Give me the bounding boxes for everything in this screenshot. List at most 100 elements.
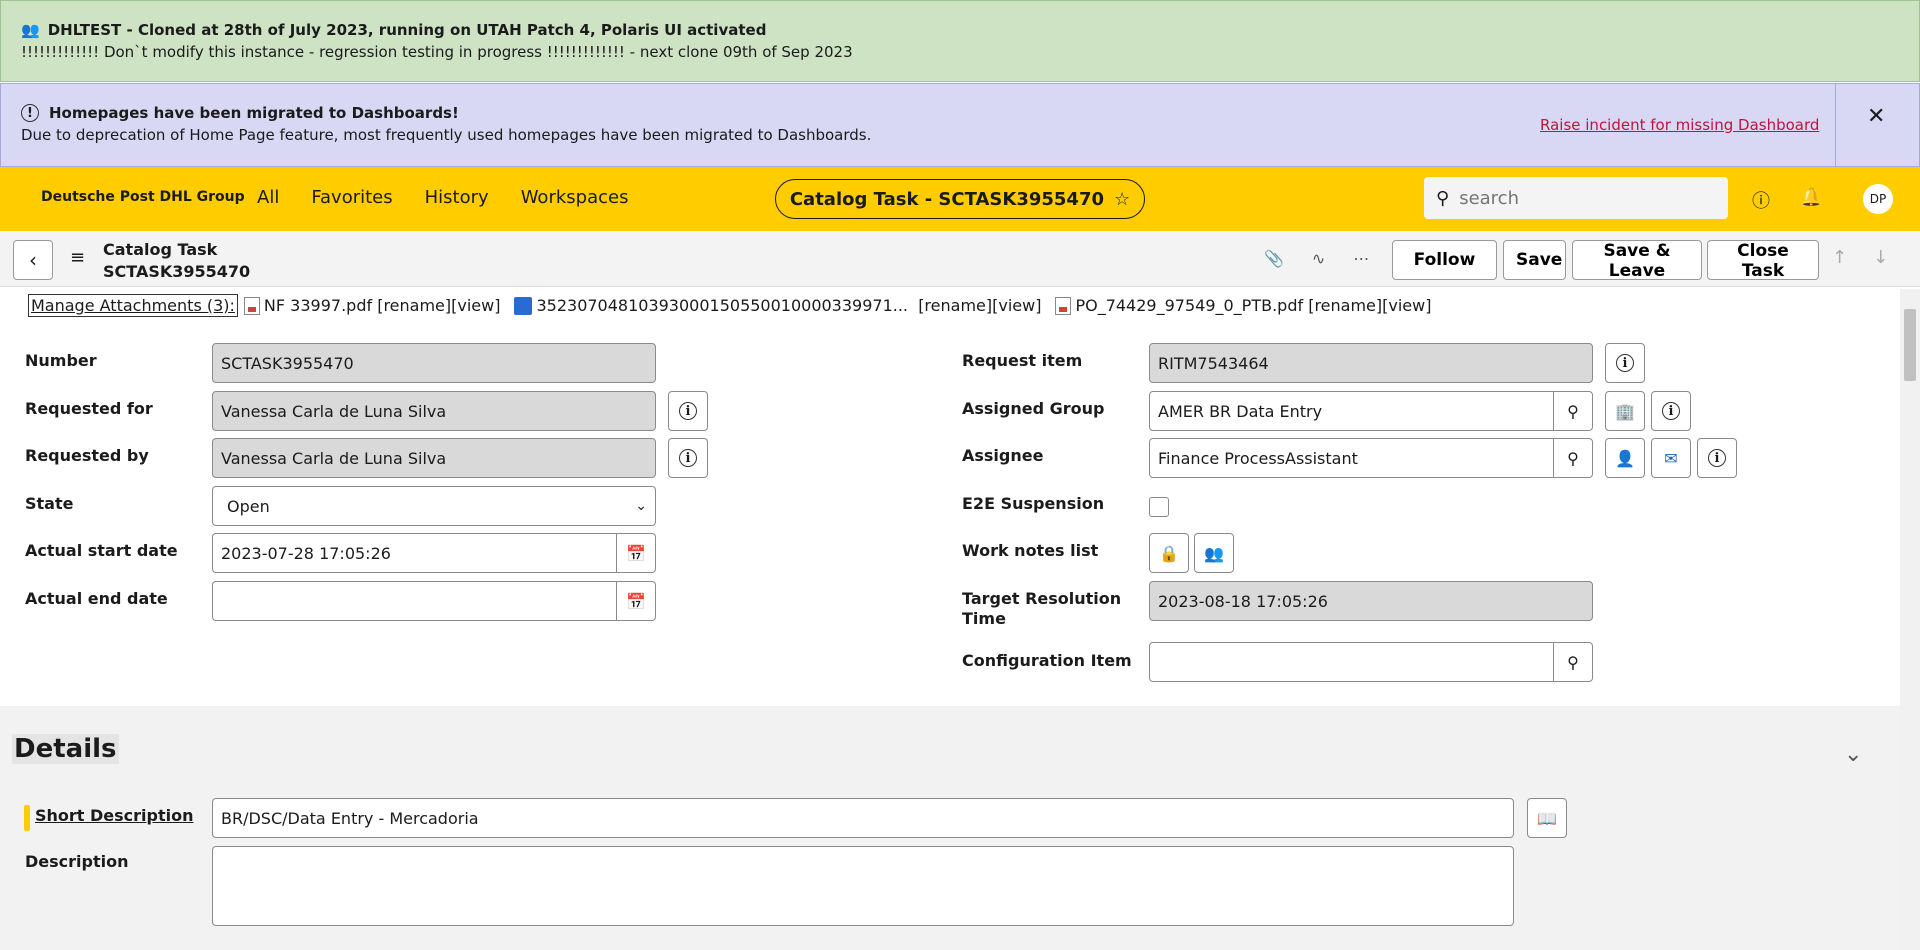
- group-members-button[interactable]: 🏢: [1605, 391, 1645, 431]
- nav-history[interactable]: History: [425, 187, 489, 208]
- actual-end-field[interactable]: [212, 581, 618, 621]
- details-section: Details ⌄ Short Description BR/DSC/Data …: [0, 706, 1900, 950]
- attachment-name[interactable]: 35230704810393000150550010000339971...: [536, 296, 908, 315]
- nav-favorites[interactable]: Favorites: [311, 187, 392, 208]
- file-icon: [514, 296, 533, 315]
- book-icon[interactable]: 📖: [1527, 798, 1567, 838]
- migration-banner-title: Homepages have been migrated to Dashboar…: [49, 104, 459, 122]
- close-task-button[interactable]: Close Task: [1707, 240, 1819, 281]
- instance-banner: 👥 DHLTEST - Cloned at 28th of July 2023,…: [0, 0, 1920, 82]
- search-icon[interactable]: ⚲: [1553, 642, 1593, 682]
- assignee-field[interactable]: Finance ProcessAssistant: [1149, 438, 1555, 478]
- lock-icon[interactable]: 🔒: [1149, 533, 1189, 573]
- attachment-rename[interactable]: [rename]: [1308, 296, 1382, 315]
- global-search[interactable]: ⚲: [1424, 177, 1728, 219]
- request-item-label: Request item: [962, 351, 1083, 370]
- top-header: Deutsche Post DHL Group All Favorites Hi…: [0, 167, 1920, 231]
- requested-by-field[interactable]: Vanessa Carla de Luna Silva: [212, 438, 656, 478]
- number-field[interactable]: SCTASK3955470: [212, 343, 656, 383]
- info-icon: i: [1708, 449, 1726, 467]
- arrow-down-icon[interactable]: ↓: [1873, 247, 1888, 268]
- user-icon: 👤: [1615, 448, 1635, 468]
- request-item-info-button[interactable]: i: [1605, 343, 1645, 383]
- context-pill[interactable]: Catalog Task - SCTASK3955470 ☆: [775, 179, 1145, 219]
- requested-for-field[interactable]: Vanessa Carla de Luna Silva: [212, 391, 656, 431]
- info-icon: i: [1616, 354, 1634, 372]
- migration-banner-message: Due to deprecation of Home Page feature,…: [21, 126, 872, 144]
- assignee-info-button[interactable]: i: [1697, 438, 1737, 478]
- user-profile-button[interactable]: 👤: [1605, 438, 1645, 478]
- add-user-icon[interactable]: 👥: [1194, 533, 1234, 573]
- activity-icon[interactable]: ∿: [1312, 249, 1325, 268]
- attachment-view[interactable]: [view]: [451, 296, 500, 315]
- attachment-view[interactable]: [view]: [1382, 296, 1431, 315]
- actual-start-field[interactable]: 2023-07-28 17:05:26: [212, 533, 618, 573]
- outlook-icon: ✉: [1664, 448, 1678, 468]
- star-icon[interactable]: ☆: [1114, 189, 1130, 210]
- info-icon: i: [679, 449, 697, 467]
- attachment-view[interactable]: [view]: [992, 296, 1041, 315]
- state-value: Open: [227, 496, 270, 516]
- back-button[interactable]: ‹: [13, 240, 53, 280]
- e2e-checkbox[interactable]: [1149, 497, 1169, 517]
- assignee-label: Assignee: [962, 446, 1044, 465]
- assigned-group-info-button[interactable]: i: [1651, 391, 1691, 431]
- attachment-item: PO_74429_97549_0_PTB.pdf [rename] [view]: [1055, 296, 1431, 315]
- attachment-name[interactable]: PO_74429_97549_0_PTB.pdf: [1075, 296, 1303, 315]
- instance-banner-title: DHLTEST - Cloned at 28th of July 2023, r…: [47, 21, 767, 39]
- help-icon[interactable]: ⓘ: [1752, 187, 1770, 213]
- config-item-field[interactable]: [1149, 642, 1555, 682]
- nav-all[interactable]: All: [257, 187, 279, 208]
- number-label: Number: [25, 351, 97, 370]
- save-leave-button[interactable]: Save & Leave: [1572, 240, 1702, 281]
- close-icon[interactable]: ✕: [1867, 104, 1885, 129]
- bell-icon[interactable]: 🔔: [1800, 187, 1822, 208]
- arrow-up-icon[interactable]: ↑: [1832, 247, 1847, 268]
- attachment-rename[interactable]: [rename]: [377, 296, 451, 315]
- attachment-rename[interactable]: [rename]: [918, 296, 992, 315]
- requested-by-info-button[interactable]: i: [668, 438, 708, 478]
- outlook-button[interactable]: ✉: [1651, 438, 1691, 478]
- page-scrollbar[interactable]: [1900, 289, 1920, 950]
- more-icon[interactable]: ⋯: [1353, 249, 1369, 268]
- short-description-label[interactable]: Short Description: [35, 806, 194, 825]
- nav-workspaces[interactable]: Workspaces: [521, 187, 629, 208]
- search-icon[interactable]: ⚲: [1553, 438, 1593, 478]
- requested-for-info-button[interactable]: i: [668, 391, 708, 431]
- raise-incident-link[interactable]: Raise incident for missing Dashboard: [1540, 116, 1819, 134]
- assigned-group-field[interactable]: AMER BR Data Entry: [1149, 391, 1555, 431]
- follow-button[interactable]: Follow: [1392, 240, 1497, 280]
- chevron-down-icon[interactable]: ⌄: [1844, 742, 1862, 767]
- details-title: Details: [12, 734, 119, 764]
- scrollbar-thumb[interactable]: [1904, 309, 1916, 381]
- paperclip-icon[interactable]: 📎: [1264, 249, 1284, 268]
- config-item-label: Configuration Item: [962, 651, 1132, 670]
- description-textarea[interactable]: [212, 846, 1514, 926]
- search-icon[interactable]: ⚲: [1553, 391, 1593, 431]
- attachment-name[interactable]: NF 33997.pdf: [264, 296, 372, 315]
- e2e-label: E2E Suspension: [962, 494, 1105, 513]
- save-button[interactable]: Save: [1503, 240, 1566, 280]
- info-icon: !: [21, 104, 39, 122]
- state-select[interactable]: Open ⌄: [212, 486, 656, 526]
- pdf-icon: [243, 296, 260, 315]
- main-nav: All Favorites History Workspaces: [257, 187, 628, 208]
- calendar-icon[interactable]: 📅: [616, 581, 656, 621]
- form-title: Catalog Task SCTASK3955470: [103, 239, 250, 283]
- hamburger-icon[interactable]: ≡: [70, 247, 85, 268]
- target-resolution-field[interactable]: 2023-08-18 17:05:26: [1149, 581, 1593, 621]
- search-icon: ⚲: [1436, 187, 1450, 209]
- search-input[interactable]: [1459, 187, 1700, 209]
- calendar-icon[interactable]: 📅: [616, 533, 656, 573]
- requested-for-label: Requested for: [25, 399, 153, 418]
- assigned-group-label: Assigned Group: [962, 399, 1105, 418]
- avatar[interactable]: DP: [1863, 184, 1893, 214]
- request-item-field[interactable]: RITM7543464: [1149, 343, 1593, 383]
- actual-start-label: Actual start date: [25, 541, 178, 560]
- short-description-field[interactable]: BR/DSC/Data Entry - Mercadoria: [212, 798, 1514, 838]
- manage-attachments-link[interactable]: Manage Attachments (3):: [28, 294, 238, 317]
- migration-banner: ! Homepages have been migrated to Dashbo…: [0, 83, 1920, 167]
- context-title: Catalog Task - SCTASK3955470: [789, 188, 1104, 210]
- requested-by-label: Requested by: [25, 446, 149, 465]
- brand-logo[interactable]: Deutsche Post DHL Group: [41, 189, 245, 205]
